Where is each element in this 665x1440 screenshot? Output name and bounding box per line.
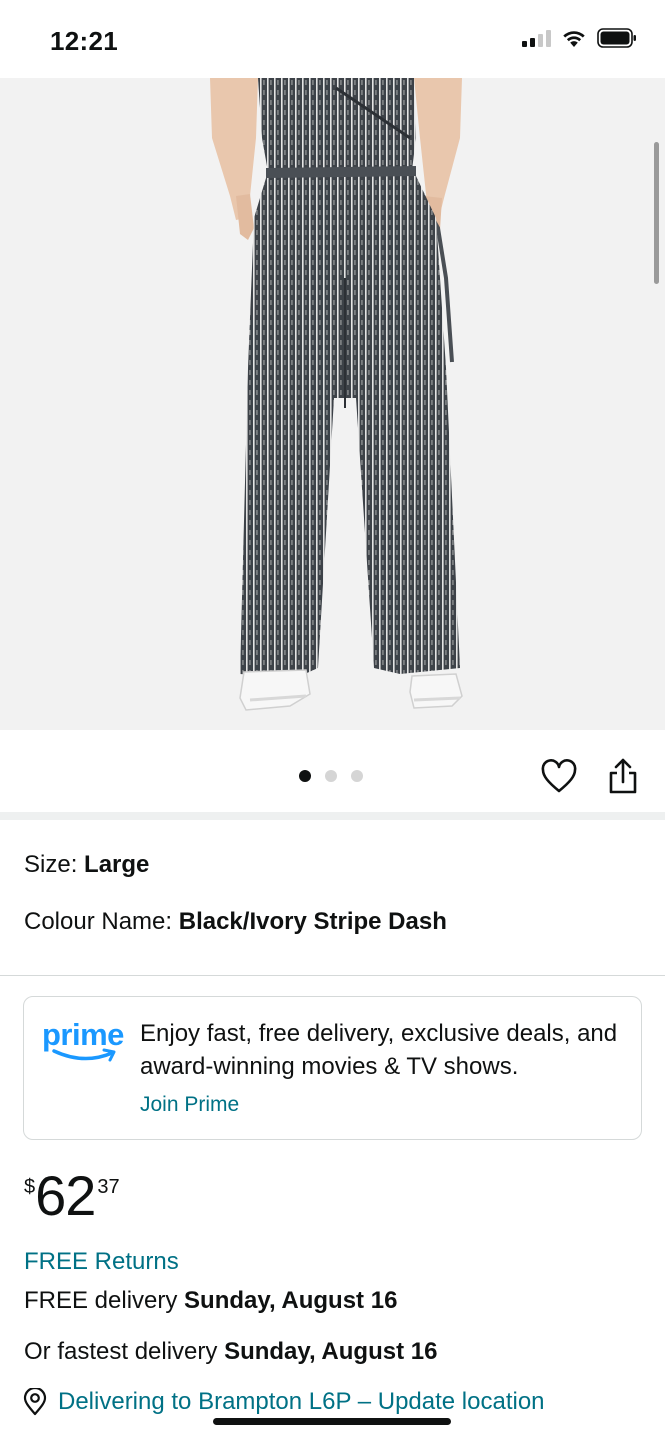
battery-icon <box>597 28 636 48</box>
fastest-delivery-prefix: Or fastest delivery <box>24 1338 225 1365</box>
prime-upsell-card[interactable]: prime Enjoy fast, free delivery, exclusi… <box>23 996 642 1140</box>
prime-smile-icon <box>52 1048 116 1062</box>
share-icon[interactable] <box>604 756 642 796</box>
page-scrollbar[interactable] <box>654 142 659 284</box>
home-indicator[interactable] <box>213 1418 451 1425</box>
product-image-carousel[interactable] <box>0 78 665 730</box>
free-delivery-prefix: FREE delivery <box>24 1287 185 1314</box>
colour-row[interactable]: Colour Name: Black/Ivory Stripe Dash <box>24 908 447 936</box>
section-divider <box>0 812 665 820</box>
status-time: 12:21 <box>50 26 118 56</box>
price-whole: 62 <box>35 1164 96 1227</box>
join-prime-link[interactable]: Join Prime <box>140 1093 239 1117</box>
price: $ 62 37 <box>24 1166 120 1230</box>
divider <box>0 975 665 976</box>
size-label: Size: <box>24 851 85 878</box>
jumpsuit-product-photo <box>210 78 463 711</box>
carousel-dot-active[interactable] <box>299 770 311 782</box>
location-pin-icon <box>23 1388 47 1416</box>
prime-message: Enjoy fast, free delivery, exclusive dea… <box>140 1020 618 1080</box>
size-row[interactable]: Size: Large <box>24 851 149 879</box>
variation-summary[interactable]: Size: Large Colour Name: Black/Ivory Str… <box>0 820 665 976</box>
heart-icon[interactable] <box>540 758 578 796</box>
cellular-signal-icon <box>522 29 551 47</box>
wifi-icon <box>563 30 585 47</box>
status-icons <box>522 28 637 48</box>
fastest-delivery-date: Sunday, August 16 <box>224 1338 438 1365</box>
delivery-location[interactable]: Delivering to Brampton L6P – Update loca… <box>22 1388 545 1416</box>
price-fraction: 37 <box>97 1176 120 1198</box>
colour-label: Colour Name: <box>24 908 179 935</box>
colour-value: Black/Ivory Stripe Dash <box>178 908 447 935</box>
status-bar: 12:21 <box>0 0 665 78</box>
price-currency: $ <box>24 1176 36 1198</box>
fastest-delivery-line: Or fastest delivery Sunday, August 16 <box>24 1338 437 1366</box>
update-location-link[interactable]: Delivering to Brampton L6P – Update loca… <box>58 1388 545 1416</box>
carousel-dots[interactable] <box>299 770 363 782</box>
image-controls <box>0 730 665 812</box>
size-value: Large <box>84 851 150 878</box>
prime-logo: prime <box>42 1017 128 1069</box>
free-returns-link[interactable]: FREE Returns <box>24 1248 179 1276</box>
free-delivery-line: FREE delivery Sunday, August 16 <box>24 1287 397 1315</box>
carousel-dot[interactable] <box>325 770 337 782</box>
carousel-dot[interactable] <box>351 770 363 782</box>
free-delivery-date: Sunday, August 16 <box>184 1287 398 1314</box>
